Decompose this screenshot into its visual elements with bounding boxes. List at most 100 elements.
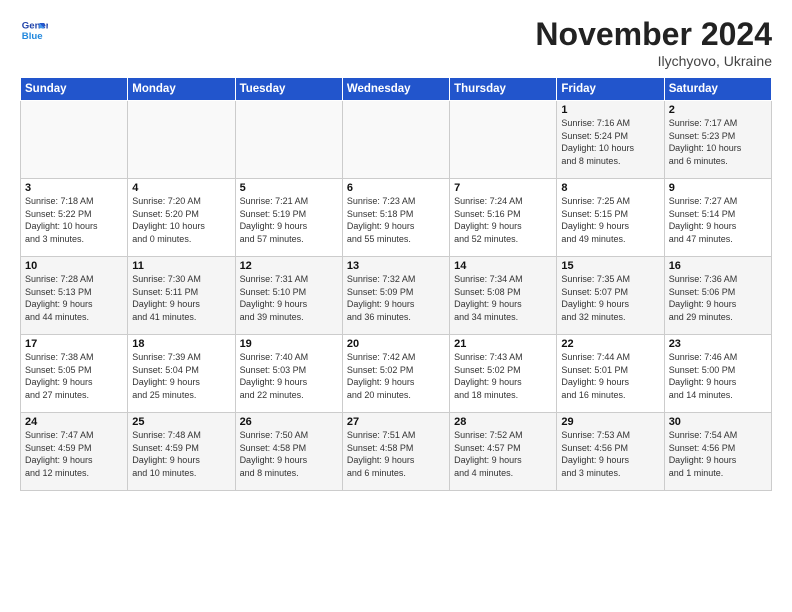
day-detail: Sunrise: 7:36 AM Sunset: 5:06 PM Dayligh… bbox=[669, 273, 767, 323]
weekday-header-tuesday: Tuesday bbox=[235, 78, 342, 101]
day-detail: Sunrise: 7:28 AM Sunset: 5:13 PM Dayligh… bbox=[25, 273, 123, 323]
day-number: 24 bbox=[25, 416, 123, 428]
empty-cell bbox=[235, 101, 342, 179]
day-cell-19: 19Sunrise: 7:40 AM Sunset: 5:03 PM Dayli… bbox=[235, 335, 342, 413]
weekday-header-row: SundayMondayTuesdayWednesdayThursdayFrid… bbox=[21, 78, 772, 101]
day-detail: Sunrise: 7:24 AM Sunset: 5:16 PM Dayligh… bbox=[454, 195, 552, 245]
day-number: 8 bbox=[561, 182, 659, 194]
empty-cell bbox=[128, 101, 235, 179]
day-cell-4: 4Sunrise: 7:20 AM Sunset: 5:20 PM Daylig… bbox=[128, 179, 235, 257]
day-cell-22: 22Sunrise: 7:44 AM Sunset: 5:01 PM Dayli… bbox=[557, 335, 664, 413]
day-number: 5 bbox=[240, 182, 338, 194]
day-number: 15 bbox=[561, 260, 659, 272]
day-cell-5: 5Sunrise: 7:21 AM Sunset: 5:19 PM Daylig… bbox=[235, 179, 342, 257]
svg-text:Blue: Blue bbox=[22, 31, 43, 42]
day-number: 14 bbox=[454, 260, 552, 272]
day-detail: Sunrise: 7:21 AM Sunset: 5:19 PM Dayligh… bbox=[240, 195, 338, 245]
day-cell-6: 6Sunrise: 7:23 AM Sunset: 5:18 PM Daylig… bbox=[342, 179, 449, 257]
day-cell-11: 11Sunrise: 7:30 AM Sunset: 5:11 PM Dayli… bbox=[128, 257, 235, 335]
day-cell-26: 26Sunrise: 7:50 AM Sunset: 4:58 PM Dayli… bbox=[235, 413, 342, 491]
page: General Blue November 2024 Ilychyovo, Uk… bbox=[0, 0, 792, 612]
day-detail: Sunrise: 7:51 AM Sunset: 4:58 PM Dayligh… bbox=[347, 429, 445, 479]
day-number: 20 bbox=[347, 338, 445, 350]
title-block: November 2024 Ilychyovo, Ukraine bbox=[535, 16, 772, 69]
day-number: 18 bbox=[132, 338, 230, 350]
day-number: 4 bbox=[132, 182, 230, 194]
day-number: 7 bbox=[454, 182, 552, 194]
weekday-header-saturday: Saturday bbox=[664, 78, 771, 101]
day-cell-21: 21Sunrise: 7:43 AM Sunset: 5:02 PM Dayli… bbox=[450, 335, 557, 413]
day-detail: Sunrise: 7:38 AM Sunset: 5:05 PM Dayligh… bbox=[25, 351, 123, 401]
day-cell-16: 16Sunrise: 7:36 AM Sunset: 5:06 PM Dayli… bbox=[664, 257, 771, 335]
day-number: 22 bbox=[561, 338, 659, 350]
day-detail: Sunrise: 7:34 AM Sunset: 5:08 PM Dayligh… bbox=[454, 273, 552, 323]
month-title: November 2024 bbox=[535, 16, 772, 53]
day-number: 11 bbox=[132, 260, 230, 272]
day-cell-8: 8Sunrise: 7:25 AM Sunset: 5:15 PM Daylig… bbox=[557, 179, 664, 257]
calendar: SundayMondayTuesdayWednesdayThursdayFrid… bbox=[20, 77, 772, 491]
day-number: 26 bbox=[240, 416, 338, 428]
day-cell-12: 12Sunrise: 7:31 AM Sunset: 5:10 PM Dayli… bbox=[235, 257, 342, 335]
day-number: 6 bbox=[347, 182, 445, 194]
empty-cell bbox=[342, 101, 449, 179]
weekday-header-wednesday: Wednesday bbox=[342, 78, 449, 101]
day-cell-27: 27Sunrise: 7:51 AM Sunset: 4:58 PM Dayli… bbox=[342, 413, 449, 491]
week-row-5: 24Sunrise: 7:47 AM Sunset: 4:59 PM Dayli… bbox=[21, 413, 772, 491]
weekday-header-monday: Monday bbox=[128, 78, 235, 101]
day-detail: Sunrise: 7:16 AM Sunset: 5:24 PM Dayligh… bbox=[561, 117, 659, 167]
day-number: 19 bbox=[240, 338, 338, 350]
day-number: 10 bbox=[25, 260, 123, 272]
day-cell-15: 15Sunrise: 7:35 AM Sunset: 5:07 PM Dayli… bbox=[557, 257, 664, 335]
day-cell-9: 9Sunrise: 7:27 AM Sunset: 5:14 PM Daylig… bbox=[664, 179, 771, 257]
week-row-1: 1Sunrise: 7:16 AM Sunset: 5:24 PM Daylig… bbox=[21, 101, 772, 179]
location: Ilychyovo, Ukraine bbox=[535, 53, 772, 69]
weekday-header-thursday: Thursday bbox=[450, 78, 557, 101]
day-number: 9 bbox=[669, 182, 767, 194]
day-number: 16 bbox=[669, 260, 767, 272]
day-number: 28 bbox=[454, 416, 552, 428]
day-detail: Sunrise: 7:23 AM Sunset: 5:18 PM Dayligh… bbox=[347, 195, 445, 245]
day-detail: Sunrise: 7:39 AM Sunset: 5:04 PM Dayligh… bbox=[132, 351, 230, 401]
day-cell-1: 1Sunrise: 7:16 AM Sunset: 5:24 PM Daylig… bbox=[557, 101, 664, 179]
day-number: 1 bbox=[561, 104, 659, 116]
day-cell-25: 25Sunrise: 7:48 AM Sunset: 4:59 PM Dayli… bbox=[128, 413, 235, 491]
day-number: 13 bbox=[347, 260, 445, 272]
weekday-header-sunday: Sunday bbox=[21, 78, 128, 101]
day-cell-7: 7Sunrise: 7:24 AM Sunset: 5:16 PM Daylig… bbox=[450, 179, 557, 257]
day-number: 3 bbox=[25, 182, 123, 194]
day-cell-18: 18Sunrise: 7:39 AM Sunset: 5:04 PM Dayli… bbox=[128, 335, 235, 413]
day-cell-23: 23Sunrise: 7:46 AM Sunset: 5:00 PM Dayli… bbox=[664, 335, 771, 413]
day-detail: Sunrise: 7:32 AM Sunset: 5:09 PM Dayligh… bbox=[347, 273, 445, 323]
day-cell-10: 10Sunrise: 7:28 AM Sunset: 5:13 PM Dayli… bbox=[21, 257, 128, 335]
day-cell-2: 2Sunrise: 7:17 AM Sunset: 5:23 PM Daylig… bbox=[664, 101, 771, 179]
day-number: 12 bbox=[240, 260, 338, 272]
day-detail: Sunrise: 7:31 AM Sunset: 5:10 PM Dayligh… bbox=[240, 273, 338, 323]
day-detail: Sunrise: 7:52 AM Sunset: 4:57 PM Dayligh… bbox=[454, 429, 552, 479]
day-cell-17: 17Sunrise: 7:38 AM Sunset: 5:05 PM Dayli… bbox=[21, 335, 128, 413]
day-cell-28: 28Sunrise: 7:52 AM Sunset: 4:57 PM Dayli… bbox=[450, 413, 557, 491]
day-detail: Sunrise: 7:43 AM Sunset: 5:02 PM Dayligh… bbox=[454, 351, 552, 401]
day-number: 2 bbox=[669, 104, 767, 116]
day-detail: Sunrise: 7:48 AM Sunset: 4:59 PM Dayligh… bbox=[132, 429, 230, 479]
header: General Blue November 2024 Ilychyovo, Uk… bbox=[20, 16, 772, 69]
day-detail: Sunrise: 7:46 AM Sunset: 5:00 PM Dayligh… bbox=[669, 351, 767, 401]
day-number: 27 bbox=[347, 416, 445, 428]
week-row-4: 17Sunrise: 7:38 AM Sunset: 5:05 PM Dayli… bbox=[21, 335, 772, 413]
day-cell-30: 30Sunrise: 7:54 AM Sunset: 4:56 PM Dayli… bbox=[664, 413, 771, 491]
day-detail: Sunrise: 7:17 AM Sunset: 5:23 PM Dayligh… bbox=[669, 117, 767, 167]
day-detail: Sunrise: 7:50 AM Sunset: 4:58 PM Dayligh… bbox=[240, 429, 338, 479]
day-number: 17 bbox=[25, 338, 123, 350]
day-detail: Sunrise: 7:42 AM Sunset: 5:02 PM Dayligh… bbox=[347, 351, 445, 401]
day-number: 21 bbox=[454, 338, 552, 350]
day-detail: Sunrise: 7:20 AM Sunset: 5:20 PM Dayligh… bbox=[132, 195, 230, 245]
day-number: 30 bbox=[669, 416, 767, 428]
day-cell-3: 3Sunrise: 7:18 AM Sunset: 5:22 PM Daylig… bbox=[21, 179, 128, 257]
day-number: 29 bbox=[561, 416, 659, 428]
day-cell-29: 29Sunrise: 7:53 AM Sunset: 4:56 PM Dayli… bbox=[557, 413, 664, 491]
logo-icon: General Blue bbox=[20, 16, 48, 44]
weekday-header-friday: Friday bbox=[557, 78, 664, 101]
day-detail: Sunrise: 7:44 AM Sunset: 5:01 PM Dayligh… bbox=[561, 351, 659, 401]
day-number: 23 bbox=[669, 338, 767, 350]
day-detail: Sunrise: 7:30 AM Sunset: 5:11 PM Dayligh… bbox=[132, 273, 230, 323]
day-detail: Sunrise: 7:40 AM Sunset: 5:03 PM Dayligh… bbox=[240, 351, 338, 401]
